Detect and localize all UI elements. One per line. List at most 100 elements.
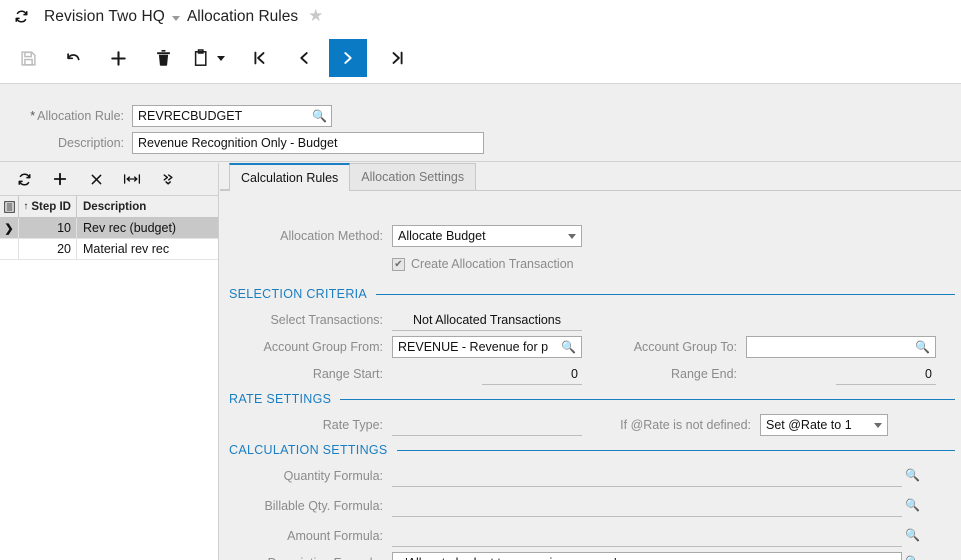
chevron-down-icon[interactable] <box>217 55 225 61</box>
clipboard-button[interactable] <box>188 40 239 76</box>
add-new-record-button[interactable] <box>98 40 138 76</box>
sort-ascending-icon: ↑ <box>23 201 29 212</box>
account-group-to-input[interactable]: 🔍 <box>746 336 936 358</box>
grid-toolbar <box>0 163 218 196</box>
grid-header-row: ↑ Step ID Description <box>0 196 218 218</box>
allocation-rule-row: * Allocation Rule: REVRECBUDGET 🔍 <box>0 105 332 127</box>
rate-type-label: Rate Type: <box>322 418 383 432</box>
save-button[interactable] <box>8 40 48 76</box>
account-group-to-label: Account Group To: <box>633 340 737 354</box>
chevron-down-icon[interactable] <box>874 422 882 428</box>
refresh-icon[interactable] <box>10 6 32 28</box>
select-transactions-label: Select Transactions: <box>270 313 383 327</box>
description-formula-value: ='Allocate budget to recognize revenue' <box>398 556 896 560</box>
tab-calculation-rules[interactable]: Calculation Rules <box>229 163 351 191</box>
if-rate-not-defined-select[interactable]: Set @Rate to 1 <box>760 414 888 436</box>
section-calculation-settings: CALCULATION SETTINGS <box>229 443 955 457</box>
grid-delete-row-button[interactable] <box>78 166 114 192</box>
range-end-row: Range End: 0 <box>606 363 936 385</box>
magnifier-icon[interactable]: 🔍 <box>905 555 920 560</box>
magnifier-icon[interactable]: 🔍 <box>905 468 920 482</box>
allocation-method-select[interactable]: Allocate Budget <box>392 225 582 247</box>
range-start-field[interactable]: 0 <box>392 363 582 385</box>
quantity-formula-field[interactable]: 🔍 <box>392 465 920 487</box>
section-calculation-settings-label: CALCULATION SETTINGS <box>229 443 388 457</box>
grid-column-description[interactable]: Description <box>77 196 218 217</box>
allocation-rule-label: * Allocation Rule: <box>30 109 124 123</box>
row-step-id: 10 <box>19 218 77 238</box>
chevron-down-icon[interactable] <box>171 16 180 21</box>
magnifier-icon[interactable]: 🔍 <box>561 340 576 354</box>
section-selection-criteria-label: SELECTION CRITERIA <box>229 287 368 301</box>
grid-fit-columns-button[interactable] <box>114 166 150 192</box>
select-transactions-row: Select Transactions: Not Allocated Trans… <box>220 309 582 331</box>
undo-button[interactable] <box>53 40 93 76</box>
grid-column-description-label: Description <box>83 200 147 213</box>
account-group-from-value: REVENUE - Revenue for p <box>398 340 549 354</box>
main-toolbar <box>0 33 961 84</box>
magnifier-icon[interactable]: 🔍 <box>905 498 920 512</box>
account-group-from-input[interactable]: REVENUE - Revenue for p 🔍 <box>392 336 582 358</box>
billable-qty-formula-label: Billable Qty. Formula: <box>264 499 383 513</box>
grid-empty-area <box>0 260 218 560</box>
table-row[interactable]: ❯ 10 Rev rec (budget) <box>0 218 218 239</box>
create-allocation-transaction-label: Create Allocation Transaction <box>411 257 574 271</box>
app-page: Revision Two HQ Allocation Rules ★ * All… <box>0 0 961 560</box>
grid-add-row-button[interactable] <box>42 166 78 192</box>
amount-formula-field[interactable]: 🔍 <box>392 525 920 547</box>
grid-more-button[interactable] <box>150 166 186 192</box>
description-formula-input[interactable]: ='Allocate budget to recognize revenue' … <box>392 552 920 560</box>
star-icon[interactable]: ★ <box>308 7 323 24</box>
rate-type-field[interactable] <box>392 414 582 436</box>
first-record-button[interactable] <box>239 40 279 76</box>
range-end-label: Range End: <box>670 367 737 381</box>
tab-strip: Calculation Rules Allocation Settings <box>220 163 961 191</box>
page-title: Allocation Rules <box>186 7 299 25</box>
if-rate-not-defined-value: Set @Rate to 1 <box>766 418 852 432</box>
grid-refresh-button[interactable] <box>6 166 42 192</box>
section-divider <box>396 449 955 451</box>
tab-allocation-settings[interactable]: Allocation Settings <box>349 163 477 190</box>
allocation-rule-value: REVRECBUDGET <box>138 109 243 123</box>
checkbox-checked-icon[interactable]: ✔ <box>392 257 405 271</box>
grid-column-step-id[interactable]: ↑ Step ID <box>19 196 77 217</box>
magnifier-icon[interactable]: 🔍 <box>312 109 327 123</box>
description-row: Description: Revenue Recognition Only - … <box>0 132 484 154</box>
if-rate-not-defined-row: If @Rate is not defined: Set @Rate to 1 <box>606 414 888 436</box>
row-description: Rev rec (budget) <box>83 221 177 235</box>
delete-button[interactable] <box>143 40 183 76</box>
table-row[interactable]: 20 Material rev rec <box>0 239 218 260</box>
allocation-rule-input[interactable]: REVRECBUDGET 🔍 <box>132 105 332 127</box>
range-start-label: Range Start: <box>312 367 383 381</box>
select-transactions-value: Not Allocated Transactions <box>413 312 561 327</box>
magnifier-icon[interactable]: 🔍 <box>905 528 920 542</box>
row-step-id: 20 <box>19 239 77 259</box>
magnifier-icon[interactable]: 🔍 <box>915 340 930 354</box>
description-value: Revenue Recognition Only - Budget <box>138 136 338 150</box>
previous-record-button[interactable] <box>284 40 324 76</box>
chevron-down-icon[interactable] <box>568 233 576 239</box>
required-marker: * <box>30 109 36 123</box>
billable-qty-formula-row: Billable Qty. Formula: 🔍 <box>220 495 920 517</box>
account-group-from-label: Account Group From: <box>263 340 384 354</box>
section-rate-settings: RATE SETTINGS <box>229 392 955 406</box>
section-selection-criteria: SELECTION CRITERIA <box>229 287 955 301</box>
account-group-to-row: Account Group To: 🔍 <box>606 336 936 358</box>
row-selected-marker <box>0 239 19 259</box>
amount-formula-label: Amount Formula: <box>287 529 383 543</box>
record-header-fields: * Allocation Rule: REVRECBUDGET 🔍 Descrip… <box>0 84 961 162</box>
breadcrumb-company[interactable]: Revision Two HQ <box>44 8 165 26</box>
amount-formula-row: Amount Formula: 🔍 <box>220 525 920 547</box>
section-rate-settings-label: RATE SETTINGS <box>229 392 332 406</box>
grid-column-selector-icon[interactable] <box>0 196 19 217</box>
create-allocation-transaction-checkbox[interactable]: ✔ Create Allocation Transaction <box>392 257 574 271</box>
description-input[interactable]: Revenue Recognition Only - Budget <box>132 132 484 154</box>
row-selected-marker: ❯ <box>0 218 19 238</box>
last-record-button[interactable] <box>378 40 418 76</box>
clipboard-icon[interactable] <box>188 40 214 76</box>
range-end-field[interactable]: 0 <box>746 363 936 385</box>
next-record-button[interactable] <box>329 39 367 77</box>
if-rate-not-defined-label: If @Rate is not defined: <box>620 418 751 432</box>
billable-qty-formula-field[interactable]: 🔍 <box>392 495 920 517</box>
select-transactions-field[interactable]: Not Allocated Transactions <box>392 309 582 331</box>
